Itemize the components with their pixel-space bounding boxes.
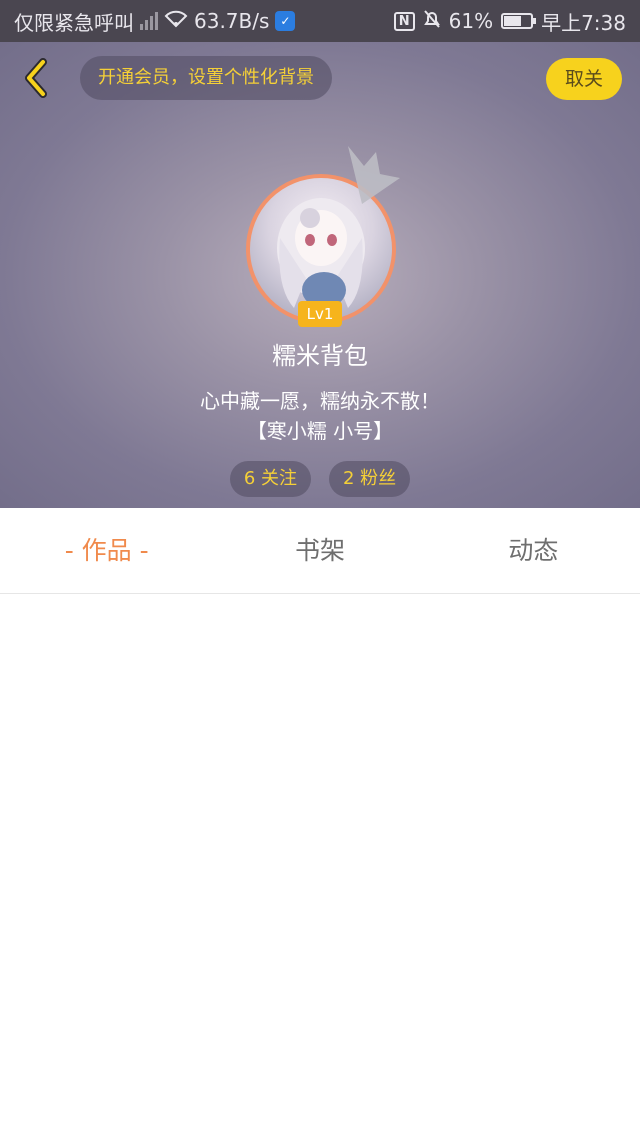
wifi-icon	[164, 10, 188, 33]
carrier-text: 仅限紧急呼叫	[14, 10, 134, 35]
level-badge: Lv1	[298, 301, 342, 327]
followers-count[interactable]: 2 粉丝	[329, 461, 411, 497]
tab-bookshelf[interactable]: 书架	[213, 508, 426, 593]
tab-activity[interactable]: 动态	[427, 508, 640, 593]
following-count[interactable]: 6 关注	[229, 461, 311, 497]
shield-icon: ✓	[275, 11, 296, 31]
bio-line: 心中藏一愿，糯纳永不散！	[200, 389, 440, 413]
vip-banner[interactable]: 开通会员，设置个性化背景	[80, 56, 332, 100]
mute-bell-icon	[423, 9, 441, 34]
back-button[interactable]	[16, 56, 56, 100]
status-right: N 61% 早上7:38	[393, 7, 626, 36]
bio: 心中藏一愿，糯纳永不散！ 【寒小糯 小号】	[0, 386, 640, 446]
status-left: 仅限紧急呼叫 63.7B/s ✓	[14, 7, 394, 36]
nfc-icon: N	[393, 11, 415, 31]
chevron-left-icon	[25, 58, 47, 98]
tab-works[interactable]: - 作品 -	[0, 508, 213, 593]
username: 糯米背包	[272, 342, 368, 370]
profile-header: 开通会员，设置个性化背景 取关 Lv1 糯米背包 心中藏一愿，糯纳永不散！ 【寒…	[0, 42, 640, 508]
signal-icon	[140, 12, 158, 30]
bio-line: 【寒小糯 小号】	[246, 419, 394, 443]
battery-icon	[501, 13, 537, 29]
tab-bar: - 作品 - 书架 动态	[0, 508, 640, 594]
tab-content	[0, 595, 640, 1138]
unfollow-button[interactable]: 取关	[546, 58, 622, 100]
stats-row: 6 关注 2 粉丝	[0, 461, 640, 497]
clock: 早上7:38	[541, 10, 626, 35]
crown-icon	[348, 146, 400, 204]
status-bar: 仅限紧急呼叫 63.7B/s ✓ N 61% 早上7:38	[0, 0, 640, 42]
network-speed: 63.7B/s	[194, 9, 270, 33]
battery-percent: 61%	[448, 9, 494, 33]
